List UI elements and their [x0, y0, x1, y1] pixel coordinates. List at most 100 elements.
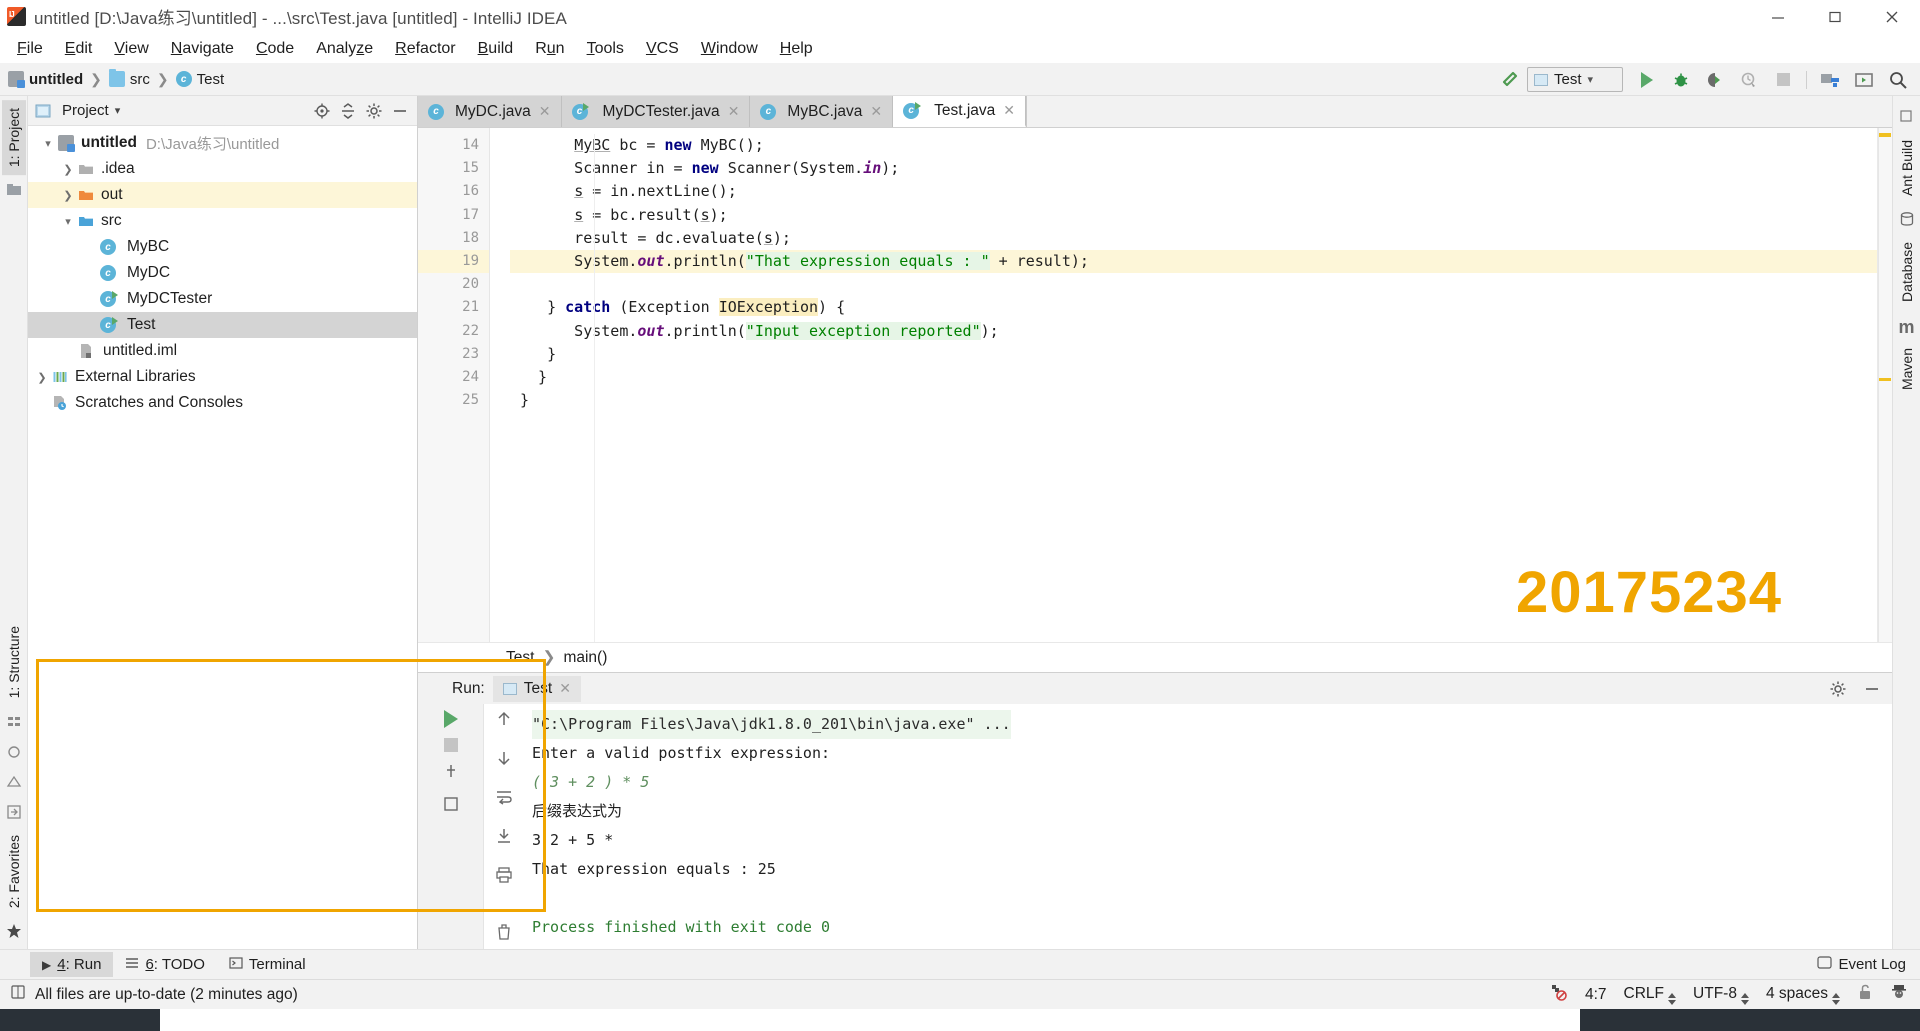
line-separator-selector[interactable]: CRLF: [1624, 985, 1677, 1005]
warning-marker[interactable]: [1879, 133, 1891, 137]
console-output[interactable]: "C:\Program Files\Java\jdk1.8.0_201\bin\…: [524, 704, 1892, 949]
tree-item-mydc[interactable]: c MyDC: [28, 260, 417, 286]
tree-item-src[interactable]: ▾ src: [28, 208, 417, 234]
scroll-to-end-icon[interactable]: [495, 827, 513, 850]
close-icon[interactable]: ✕: [1003, 102, 1015, 119]
menu-build[interactable]: Build: [467, 37, 525, 61]
unlock-icon[interactable]: [1857, 983, 1873, 1006]
tree-item-test[interactable]: c Test: [28, 312, 417, 338]
sidebar-tab-database[interactable]: Database: [1895, 234, 1919, 310]
breadcrumb-folder[interactable]: src: [130, 71, 150, 88]
chevron-right-icon[interactable]: ❯: [34, 369, 50, 385]
sidebar-tab-ant-build[interactable]: Ant Build: [1895, 132, 1919, 204]
breadcrumb-project[interactable]: untitled: [29, 71, 83, 88]
restore-layout-icon[interactable]: [442, 795, 460, 818]
maximize-small-icon[interactable]: [1899, 109, 1915, 125]
run-tab-test[interactable]: Test ✕: [492, 675, 581, 702]
down-icon[interactable]: [495, 749, 513, 772]
menu-code[interactable]: Code: [245, 37, 305, 61]
close-icon[interactable]: ✕: [728, 103, 740, 120]
chevron-down-icon[interactable]: ▾: [115, 104, 121, 117]
clear-all-icon[interactable]: [495, 923, 513, 946]
sidebar-tab-project[interactable]: 1: Project: [1, 100, 26, 176]
maximize-button[interactable]: [1806, 0, 1863, 34]
tree-item-scratches[interactable]: Scratches and Consoles: [28, 390, 417, 416]
menu-vcs[interactable]: VCS: [635, 37, 690, 61]
tree-item-idea[interactable]: ❯ .idea: [28, 156, 417, 182]
inspections-off-icon[interactable]: [1548, 982, 1568, 1007]
tree-item-untitled-iml[interactable]: untitled.iml: [28, 338, 417, 364]
menu-window[interactable]: Window: [690, 37, 769, 61]
menu-refactor[interactable]: Refactor: [384, 37, 466, 61]
menu-edit[interactable]: Edit: [54, 37, 104, 61]
close-icon[interactable]: ✕: [559, 680, 571, 697]
run-icon[interactable]: [1631, 66, 1663, 94]
profile-icon[interactable]: [1733, 66, 1765, 94]
code-editor[interactable]: 14 15 16 17 18 19 20 21 22 23 24 25 MyBC…: [418, 128, 1892, 642]
sidebar-tab-favorites[interactable]: 2: Favorites: [2, 827, 26, 916]
minimize-button[interactable]: [1749, 0, 1806, 34]
tree-item-mybc[interactable]: c MyBC: [28, 234, 417, 260]
rerun-icon[interactable]: [418, 710, 483, 728]
encoding-selector[interactable]: UTF-8: [1693, 985, 1749, 1005]
stop-run-icon[interactable]: [443, 738, 458, 752]
tree-item-mydctester[interactable]: c MyDCTester: [28, 286, 417, 312]
hide-icon[interactable]: [1862, 679, 1882, 699]
indent-selector[interactable]: 4 spaces: [1766, 985, 1840, 1005]
breadcrumb-method[interactable]: main(): [563, 649, 607, 667]
collapse-all-icon[interactable]: [338, 101, 358, 121]
tool-window-run[interactable]: ▶ 4: Run: [30, 952, 114, 977]
sidebar-tab-structure[interactable]: 1: Structure: [2, 618, 26, 706]
project-tree: ▾ untitled D:\Java练习\untitled ❯ .idea ❯: [28, 126, 417, 949]
breadcrumb-file[interactable]: Test: [197, 71, 225, 88]
error-stripe-marker-bar[interactable]: [1878, 128, 1892, 642]
debug-icon[interactable]: [1665, 66, 1697, 94]
menu-analyze[interactable]: Analyze: [305, 37, 384, 61]
gear-icon[interactable]: [1828, 679, 1848, 699]
hammer-icon[interactable]: [1493, 66, 1525, 94]
tab-mydctester-java[interactable]: c MyDCTester.java ✕: [561, 96, 751, 127]
hide-icon[interactable]: [390, 101, 410, 121]
run-with-coverage-icon[interactable]: [1699, 66, 1731, 94]
tab-mybc-java[interactable]: c MyBC.java ✕: [750, 96, 894, 127]
breadcrumb-class[interactable]: Test: [506, 649, 534, 667]
soft-wrap-icon[interactable]: [495, 788, 513, 811]
search-everywhere-icon[interactable]: [1882, 66, 1914, 94]
open-terminal-icon[interactable]: [1848, 66, 1880, 94]
tab-mydc-java[interactable]: c MyDC.java ✕: [418, 96, 562, 127]
close-icon[interactable]: ✕: [870, 103, 882, 120]
tree-item-untitled[interactable]: ▾ untitled D:\Java练习\untitled: [28, 130, 417, 156]
menu-run[interactable]: Run: [524, 37, 575, 61]
chevron-right-icon[interactable]: ❯: [60, 187, 76, 203]
tree-item-out[interactable]: ❯ out: [28, 182, 417, 208]
locate-file-icon[interactable]: [312, 101, 332, 121]
event-log-button[interactable]: Event Log: [1817, 955, 1920, 974]
project-structure-icon[interactable]: [1814, 66, 1846, 94]
menu-file[interactable]: File: [6, 37, 54, 61]
tab-label: MyDC.java: [455, 102, 531, 120]
run-configuration-selector[interactable]: Test ▾: [1527, 67, 1623, 92]
pin-tab-icon[interactable]: [442, 762, 460, 785]
menu-view[interactable]: View: [103, 37, 159, 61]
tree-item-external-libraries[interactable]: ❯ External Libraries: [28, 364, 417, 390]
gear-icon[interactable]: [364, 101, 384, 121]
menu-tools[interactable]: Tools: [576, 37, 635, 61]
chevron-down-icon[interactable]: ▾: [40, 135, 56, 151]
up-icon[interactable]: [495, 710, 513, 733]
print-icon[interactable]: [495, 866, 513, 889]
close-icon[interactable]: ✕: [539, 103, 551, 120]
tab-test-java[interactable]: c Test.java ✕: [893, 96, 1026, 127]
chevron-right-icon[interactable]: ❯: [60, 161, 76, 177]
menu-navigate[interactable]: Navigate: [160, 37, 245, 61]
event-log-icon: [1817, 955, 1833, 974]
sidebar-tab-maven[interactable]: Maven: [1895, 340, 1919, 398]
stop-icon[interactable]: [1767, 66, 1799, 94]
code-text[interactable]: MyBC bc = new MyBC(); Scanner in = new S…: [510, 128, 1892, 642]
tool-window-todo[interactable]: 6: TODO: [113, 952, 216, 978]
menu-help[interactable]: Help: [769, 37, 824, 61]
caret-position[interactable]: 4:7: [1585, 986, 1607, 1004]
hector-icon[interactable]: [1890, 983, 1908, 1006]
close-button[interactable]: [1863, 0, 1920, 34]
tool-window-terminal[interactable]: Terminal: [217, 952, 318, 978]
chevron-down-icon[interactable]: ▾: [60, 213, 76, 229]
